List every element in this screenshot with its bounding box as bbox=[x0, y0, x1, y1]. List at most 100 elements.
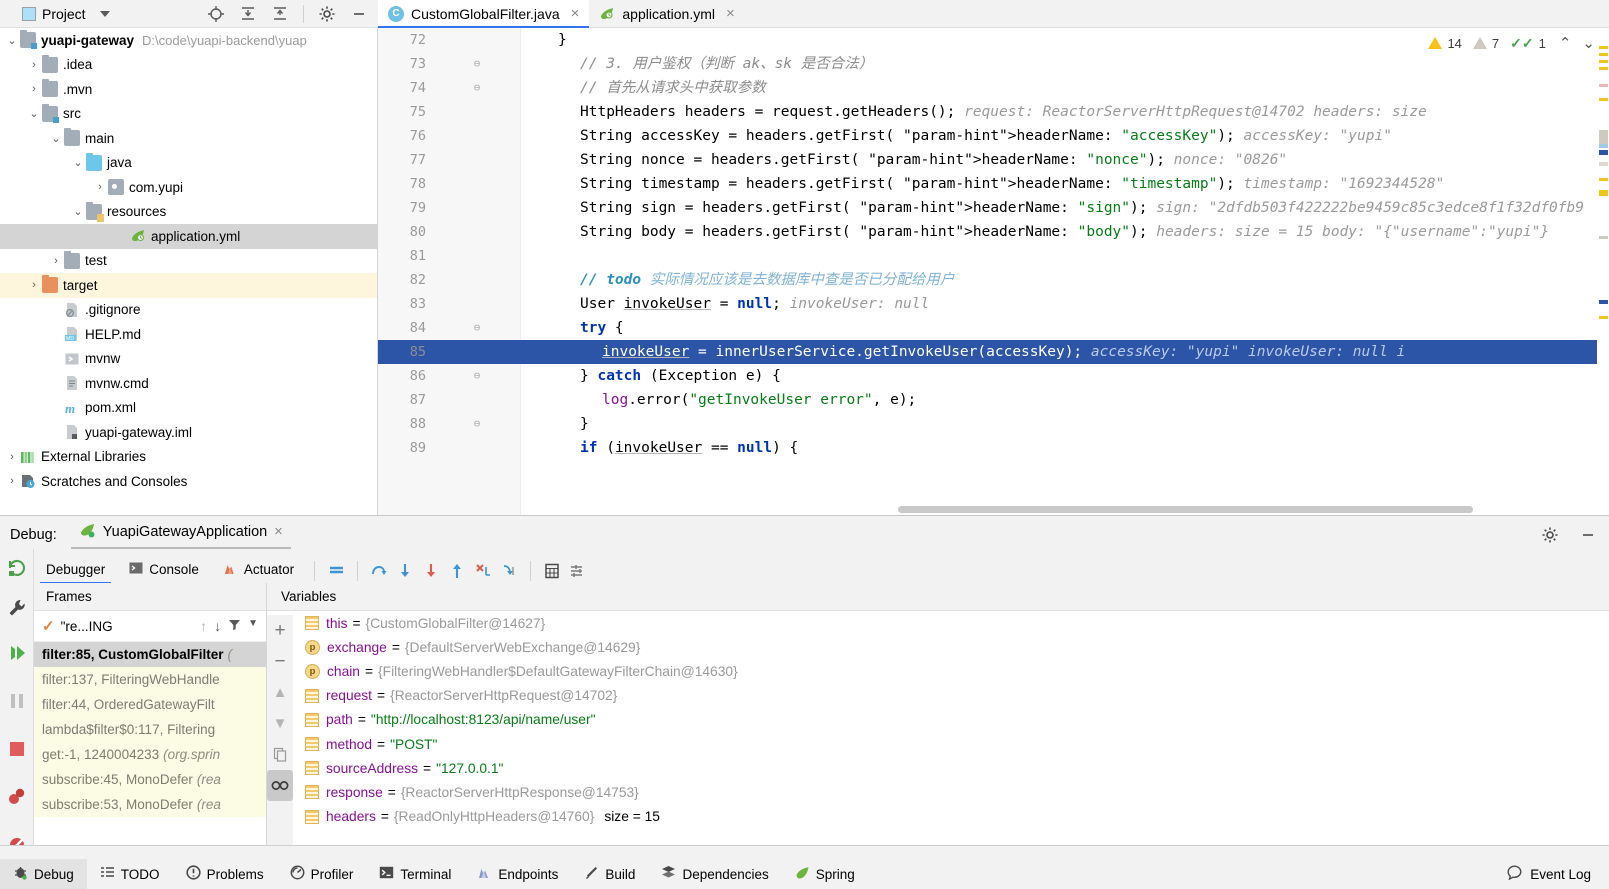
down-arrow-icon[interactable]: ↓ bbox=[214, 618, 221, 634]
force-step-into-icon[interactable] bbox=[418, 558, 444, 584]
chevron-right-icon[interactable]: › bbox=[26, 277, 42, 293]
code-line-86[interactable]: 86 ⊖} catch (Exception e) { bbox=[378, 364, 1609, 388]
variables-panel[interactable]: Variables ›this={CustomGlobalFilter@1462… bbox=[267, 583, 1609, 845]
status-bar-item-dependencies[interactable]: Dependencies bbox=[648, 859, 781, 889]
minimize-icon[interactable] bbox=[350, 5, 368, 23]
code-line-81[interactable]: 81 bbox=[378, 244, 1609, 268]
run-configuration-tab[interactable]: YuapiGatewayApplication × bbox=[70, 522, 291, 549]
frames-panel[interactable]: Frames ✓ "re...ING ↑ ↓ ▼ filter:85, Cust… bbox=[34, 583, 267, 845]
code-line-73[interactable]: 73 ⊖ // 3. 用户鉴权（判断 ak、sk 是否合法） bbox=[378, 52, 1609, 76]
tree-node-help-md[interactable]: ›MDHELP.md bbox=[0, 322, 377, 347]
tab-actuator[interactable]: Actuator bbox=[211, 556, 306, 586]
close-icon[interactable]: × bbox=[571, 5, 580, 22]
tree-node-pom-xml[interactable]: ›mpom.xml bbox=[0, 396, 377, 421]
tree-node-main[interactable]: ⌄ main bbox=[0, 126, 377, 151]
chevron-down-icon[interactable] bbox=[99, 10, 110, 17]
tree-node-com-yupi[interactable]: › com.yupi bbox=[0, 175, 377, 200]
gear-icon[interactable] bbox=[318, 5, 336, 23]
previous-problem-icon[interactable]: ⌃ bbox=[1559, 34, 1572, 52]
fold-marker-icon[interactable]: ⊖ bbox=[470, 76, 484, 100]
watches-icon[interactable] bbox=[267, 770, 293, 801]
collapse-all-icon[interactable] bbox=[271, 5, 289, 23]
fold-marker-icon[interactable]: ⊖ bbox=[470, 364, 484, 388]
close-icon[interactable]: × bbox=[274, 524, 282, 540]
variable-row[interactable]: ›response={ReactorServerHttpResponse@147… bbox=[267, 780, 1609, 804]
project-tree-panel[interactable]: ⌄ yuapi-gateway D:\code\yuapi-backend\yuap… bbox=[0, 28, 378, 515]
tree-node-gitignore[interactable]: ›.gitignore bbox=[0, 298, 377, 323]
step-into-icon[interactable] bbox=[392, 558, 418, 584]
chevron-down-icon[interactable]: ⌄ bbox=[4, 32, 20, 48]
frame-item[interactable]: lambda$filter$0:117, Filtering bbox=[34, 717, 266, 742]
variable-row[interactable]: ›sourceAddress="127.0.0.1" bbox=[267, 756, 1609, 780]
settings-wrench-icon[interactable] bbox=[0, 587, 34, 629]
fold-marker-icon[interactable]: ⊖ bbox=[470, 52, 484, 76]
tree-node-src[interactable]: ⌄ src bbox=[0, 102, 377, 127]
expand-all-icon[interactable] bbox=[239, 5, 257, 23]
chevron-down-icon[interactable]: ⌄ bbox=[70, 155, 86, 171]
code-line-87[interactable]: 87 log.error("getInvokeUser error", e); bbox=[378, 388, 1609, 412]
tree-node-application-yml[interactable]: ›application.yml bbox=[0, 224, 377, 249]
inspection-widget[interactable]: 14 7 ✓✓ 1 ⌃ ⌄ bbox=[1428, 34, 1595, 52]
tab-custom-global-filter[interactable]: C CustomGlobalFilter.java × bbox=[378, 0, 590, 28]
variable-row[interactable]: ›this={CustomGlobalFilter@14627} bbox=[267, 611, 1609, 635]
run-to-cursor-icon[interactable] bbox=[470, 558, 496, 584]
editor-horizontal-scrollbar[interactable] bbox=[898, 506, 1473, 513]
status-bar-item-spring[interactable]: Spring bbox=[782, 859, 868, 889]
mute-breakpoints-icon[interactable] bbox=[323, 558, 349, 584]
code-line-74[interactable]: 74 ⊖ // 首先从请求头中获取参数 bbox=[378, 76, 1609, 100]
tree-node-mvnw[interactable]: ›mvnw bbox=[0, 347, 377, 372]
status-bar-item-debug[interactable]: Debug bbox=[0, 859, 87, 889]
code-line-82[interactable]: 82 // todo 实际情况应该是去数据库中查是否已分配给用户 bbox=[378, 268, 1609, 292]
code-line-83[interactable]: 83 User invokeUser = null; invokeUser: nu… bbox=[378, 292, 1609, 316]
editor-marker-strip[interactable] bbox=[1597, 28, 1609, 515]
project-tool-window-button[interactable]: Project bbox=[22, 6, 110, 22]
tree-node-target[interactable]: › target bbox=[0, 273, 377, 298]
tab-debugger[interactable]: Debugger bbox=[34, 557, 117, 584]
variable-row[interactable]: ›path="http://localhost:8123/api/name/us… bbox=[267, 708, 1609, 732]
tab-console[interactable]: Console bbox=[117, 556, 211, 585]
locate-icon[interactable] bbox=[207, 5, 225, 23]
frame-item[interactable]: subscribe:53, MonoDefer (rea bbox=[34, 792, 266, 817]
chevron-down-icon[interactable]: ⌄ bbox=[70, 204, 86, 220]
gear-icon[interactable] bbox=[1541, 526, 1559, 547]
tree-node-test[interactable]: › test bbox=[0, 249, 377, 274]
frame-item[interactable]: filter:137, FilteringWebHandle bbox=[34, 667, 266, 692]
close-icon[interactable]: × bbox=[726, 5, 735, 22]
chevron-right-icon[interactable]: › bbox=[48, 253, 64, 269]
chevron-right-icon[interactable]: › bbox=[26, 81, 42, 97]
chevron-down-icon[interactable]: ⌄ bbox=[48, 130, 64, 146]
variable-row[interactable]: ›request={ReactorServerHttpRequest@14702… bbox=[267, 684, 1609, 708]
chevron-down-icon[interactable]: ▼ bbox=[248, 618, 258, 634]
status-bar-item-endpoints[interactable]: Endpoints bbox=[464, 859, 571, 889]
code-line-78[interactable]: 78 String timestamp = headers.getFirst( "… bbox=[378, 172, 1609, 196]
code-line-85[interactable]: 85 invokeUser = innerUserService.getInvok… bbox=[378, 340, 1609, 364]
tree-node-java[interactable]: ⌄ java bbox=[0, 151, 377, 176]
remove-icon[interactable]: − bbox=[267, 646, 293, 677]
code-line-89[interactable]: 89 if (invokeUser == null) { bbox=[378, 436, 1609, 460]
chevron-down-icon[interactable]: ⌄ bbox=[26, 106, 42, 122]
up-icon[interactable]: ▲ bbox=[267, 677, 293, 708]
code-line-76[interactable]: 76 String accessKey = headers.getFirst( "… bbox=[378, 124, 1609, 148]
code-line-84[interactable]: 84 ⊖ try { bbox=[378, 316, 1609, 340]
up-arrow-icon[interactable]: ↑ bbox=[200, 618, 207, 634]
chevron-right-icon[interactable]: › bbox=[26, 57, 42, 73]
chevron-right-icon[interactable]: › bbox=[4, 473, 20, 489]
tree-node-yuapi-gateway[interactable]: ⌄ yuapi-gateway D:\code\yuapi-backend\yuap bbox=[0, 28, 377, 53]
stop-icon[interactable] bbox=[0, 725, 34, 773]
pause-program-icon[interactable] bbox=[0, 677, 34, 725]
copy-icon[interactable] bbox=[267, 739, 293, 770]
frame-item[interactable]: subscribe:45, MonoDefer (rea bbox=[34, 767, 266, 792]
status-bar-item-build[interactable]: Build bbox=[571, 859, 648, 889]
event-log-label[interactable]: Event Log bbox=[1530, 867, 1591, 882]
status-bar-item-todo[interactable]: TODO bbox=[87, 859, 173, 889]
step-over-icon[interactable] bbox=[366, 558, 392, 584]
code-line-80[interactable]: 80 String body = headers.getFirst( "param… bbox=[378, 220, 1609, 244]
chevron-right-icon[interactable]: › bbox=[4, 449, 20, 465]
frame-item[interactable]: get:-1, 1240004233 (org.sprin bbox=[34, 742, 266, 767]
evaluate-expression-icon[interactable] bbox=[539, 558, 565, 584]
drop-frame-icon[interactable] bbox=[496, 558, 522, 584]
step-out-icon[interactable] bbox=[444, 558, 470, 584]
variable-row[interactable]: ›headers={ReadOnlyHttpHeaders@14760}size… bbox=[267, 805, 1609, 829]
filter-icon[interactable] bbox=[228, 618, 241, 634]
chevron-right-icon[interactable]: › bbox=[92, 179, 108, 195]
